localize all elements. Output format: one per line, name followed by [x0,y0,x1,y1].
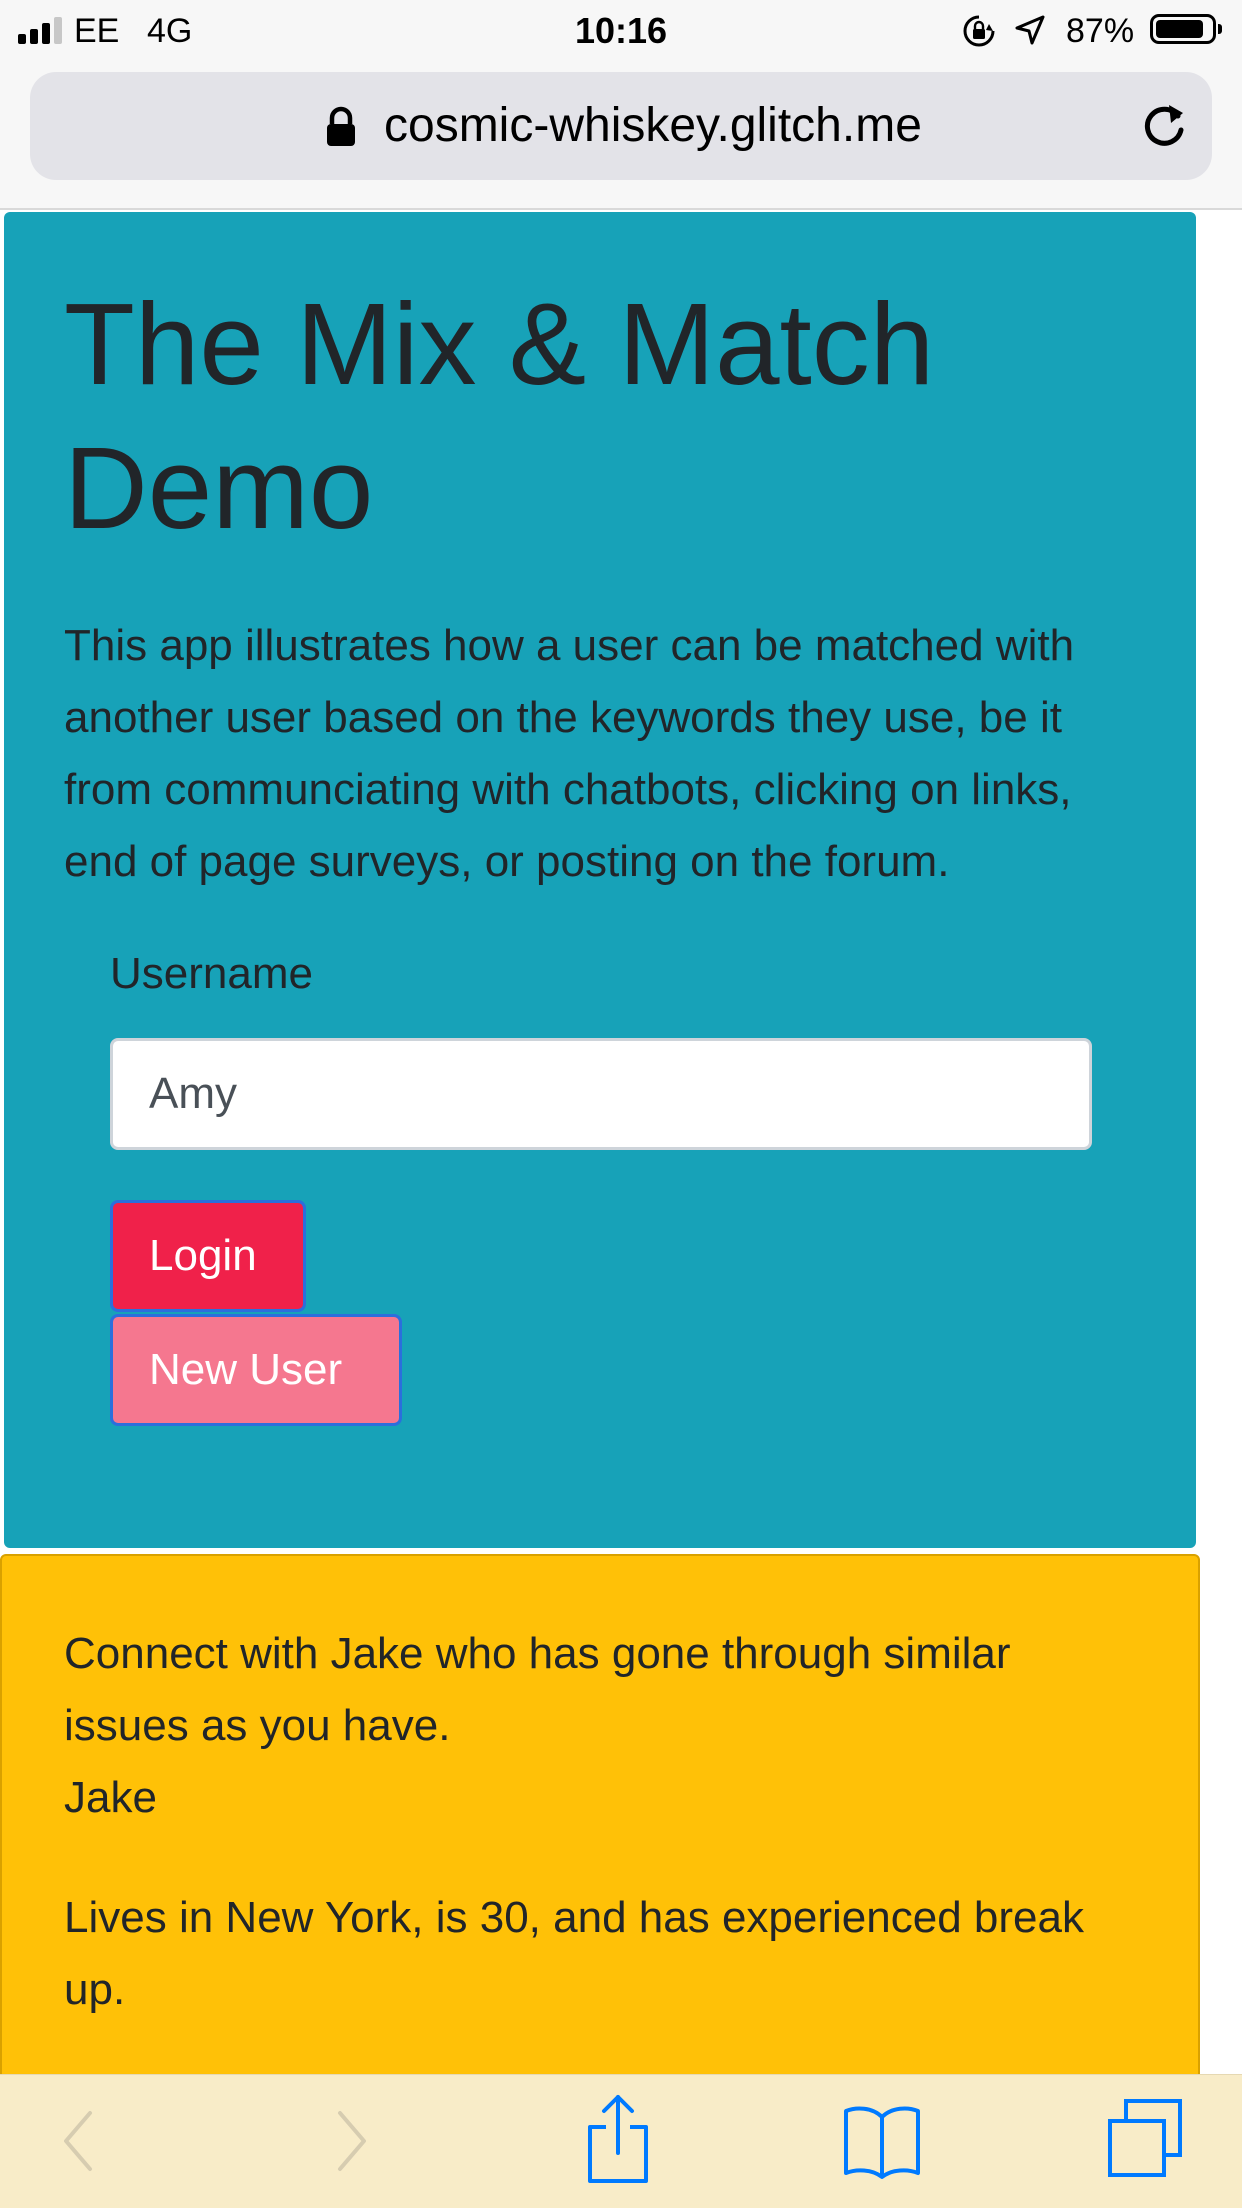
browser-address-area: cosmic-whiskey.glitch.me [0,64,1242,210]
rotation-lock-icon [963,15,995,47]
login-button[interactable]: Login [110,1200,306,1312]
status-bar: EE 4G 10:16 87% [0,0,1242,64]
reload-icon[interactable] [1138,102,1190,154]
lock-icon [327,106,355,146]
tabs-icon[interactable] [1106,2097,1186,2181]
username-label: Username [110,949,313,998]
bookmarks-icon[interactable] [842,2101,922,2181]
battery-fill [1156,20,1203,38]
login-form: Username Login New User [110,948,1136,1426]
page-title: The Mix & Match Demo [64,279,935,553]
app-description: This app illustrates how a user can be m… [64,621,1075,886]
location-arrow-icon [1015,15,1045,45]
forward-icon[interactable] [330,2101,374,2181]
back-icon[interactable] [56,2101,100,2181]
share-icon[interactable] [586,2093,650,2185]
intro-jumbotron: The Mix & Match Demo This app illustrate… [4,212,1196,1548]
match-card: Connect with Jake who has gone through s… [0,1554,1200,2114]
url-text[interactable]: cosmic-whiskey.glitch.me [384,98,922,153]
address-bar[interactable]: cosmic-whiskey.glitch.me [30,72,1212,180]
status-time: 10:16 [574,10,668,51]
battery-percentage: 87% [1066,12,1135,50]
match-name: Jake [64,1773,157,1822]
browser-toolbar [0,2074,1242,2208]
page-content: The Mix & Match Demo This app illustrate… [0,210,1242,2114]
battery-icon [1150,14,1222,44]
new-user-button[interactable]: New User [110,1314,402,1426]
username-input[interactable] [110,1038,1092,1150]
match-details: Lives in New York, is 30, and has experi… [64,1893,1084,2014]
match-intro: Connect with Jake who has gone through s… [64,1629,1011,1750]
